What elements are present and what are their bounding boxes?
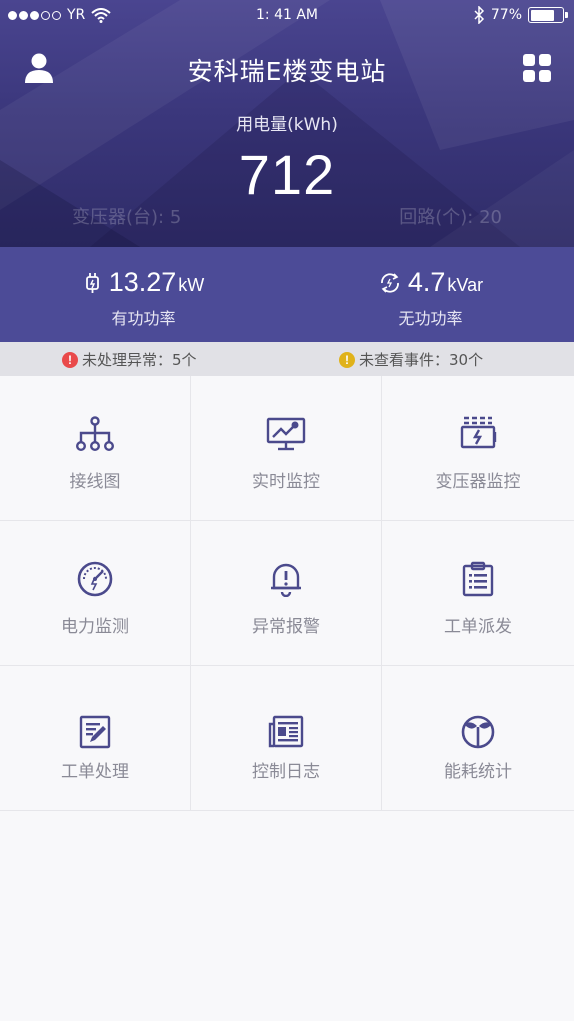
edit-document-icon [79, 715, 111, 749]
plug-icon [85, 272, 99, 293]
reactive-power-unit: kVar [447, 275, 484, 295]
station-title: 安科瑞E楼变电站 [187, 57, 387, 86]
menu-item-realtime-monitor[interactable]: 实时监控 [191, 376, 382, 521]
function-grid: 接线图 实时监控 变压器监控 电力监测 异常报警 工单派发 工单处理 控制日志 … [0, 376, 574, 812]
menu-item-label: 变压器监控 [435, 472, 521, 492]
monitor-icon [266, 417, 306, 451]
menu-item-work-order-processing[interactable]: 工单处理 [0, 666, 191, 811]
battery-area: 77% [473, 6, 568, 24]
reactive-power[interactable]: 4.7 kVar 无功功率 [287, 247, 574, 342]
energy-label: 用电量(kWh) [236, 115, 338, 135]
status-bar: YR 1: 41 AM 77% [0, 0, 574, 32]
reactive-power-value-row: 4.7 kVar [287, 267, 574, 298]
battery-percent: 77% [490, 7, 522, 23]
app-screen: YR 1: 41 AM 77% 安科瑞E楼变电站 用电量(kWh) 712 变压… [0, 0, 574, 1021]
menu-item-control-log[interactable]: 控制日志 [191, 666, 382, 811]
unviewed-events[interactable]: ! 未查看事件：30个 [339, 349, 483, 370]
exclamation-icon: ! [339, 351, 355, 368]
menu-item-label: 异常报警 [252, 617, 320, 637]
menu-item-transformer-monitor[interactable]: 变压器监控 [382, 376, 574, 521]
unhandled-alerts-text: 未处理异常：5个 [82, 351, 197, 369]
exclamation-icon: ! [62, 351, 78, 368]
leaf-icon [461, 715, 495, 749]
reactive-power-value: 4.7 [407, 267, 446, 297]
menu-item-label: 控制日志 [252, 762, 320, 782]
menu-item-power-monitoring[interactable]: 电力监测 [0, 521, 191, 666]
cycle-icon [380, 272, 399, 293]
power-strip: 13.27 kW 有功功率 4.7 kVar 无功功率 [0, 247, 574, 342]
menu-item-label: 接线图 [69, 472, 121, 492]
unviewed-events-text: 未查看事件：30个 [359, 351, 484, 369]
log-icon [268, 715, 304, 748]
unhandled-alerts[interactable]: ! 未处理异常：5个 [62, 349, 197, 370]
nav-row: 安科瑞E楼变电站 [0, 48, 574, 88]
header: YR 1: 41 AM 77% 安科瑞E楼变电站 用电量(kWh) 712 变压… [0, 0, 574, 247]
active-power[interactable]: 13.27 kW 有功功率 [0, 247, 287, 342]
active-power-value: 13.27 [108, 267, 177, 297]
menu-item-label: 实时监控 [252, 472, 320, 492]
alert-strip: ! 未处理异常：5个 ! 未查看事件：30个 [0, 342, 574, 376]
alarm-bell-icon [271, 563, 301, 597]
bluetooth-icon [474, 6, 484, 24]
menu-item-energy-statistics[interactable]: 能耗统计 [382, 666, 574, 811]
gauge-icon [77, 561, 113, 597]
active-power-unit: kW [178, 275, 205, 295]
circuit-count: 回路(个): 20 [399, 207, 502, 228]
active-power-value-row: 13.27 kW [0, 267, 287, 298]
transformer-icon [460, 416, 497, 449]
menu-item-label: 工单派发 [444, 617, 512, 637]
menu-item-work-order-dispatch[interactable]: 工单派发 [382, 521, 574, 666]
active-power-label: 有功功率 [111, 309, 176, 328]
menu-item-label: 电力监测 [61, 617, 129, 637]
reactive-power-label: 无功功率 [398, 309, 463, 328]
grid-icon[interactable] [522, 53, 552, 83]
menu-item-label: 工单处理 [61, 762, 129, 782]
wiring-diagram-icon [76, 416, 114, 452]
transformer-count: 变压器(台): 5 [72, 207, 182, 228]
energy-value: 712 [238, 143, 336, 206]
clipboard-icon [462, 561, 494, 597]
battery-icon [528, 7, 568, 23]
menu-item-label: 能耗统计 [444, 762, 512, 782]
menu-item-abnormal-alarm[interactable]: 异常报警 [191, 521, 382, 666]
menu-item-wiring-diagram[interactable]: 接线图 [0, 376, 191, 521]
